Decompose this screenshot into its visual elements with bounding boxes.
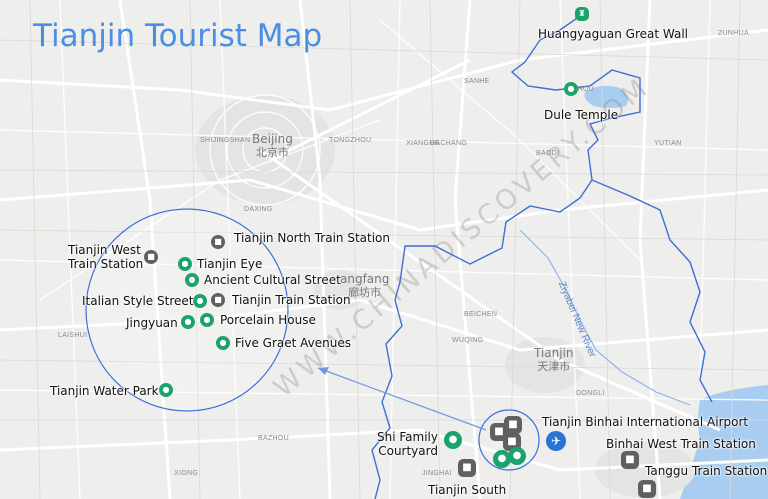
train-icon[interactable]: ■: [638, 480, 656, 498]
poi-label-huangyaguan[interactable]: Huangyaguan Great Wall: [538, 27, 688, 41]
poi-label-ancient-street[interactable]: Ancient Cultural Street: [204, 273, 341, 287]
poi-label-italian-street[interactable]: Italian Style Street: [82, 294, 193, 308]
poi-label-jingyuan[interactable]: Jingyuan: [126, 316, 178, 330]
poi-label-tianjin-west[interactable]: Tianjin West Train Station: [68, 243, 143, 271]
city-name-en: Tianjin: [534, 346, 574, 360]
district-label: BAZHOU: [258, 435, 289, 442]
district-label: JINGHAI: [422, 470, 452, 477]
train-icon[interactable]: ■: [621, 451, 639, 469]
train-icon[interactable]: ■: [458, 459, 476, 477]
plane-icon[interactable]: ✈: [546, 431, 566, 451]
poi-label-porcelain-house[interactable]: Porcelain House: [220, 313, 316, 327]
district-label: WUQING: [452, 337, 484, 344]
camera-icon[interactable]: ●: [444, 431, 462, 449]
poi-label-tianjin-south[interactable]: Tianjin South: [428, 483, 506, 497]
city-name-cn: 北京市: [255, 146, 289, 159]
poi-label-binhai-west[interactable]: Binhai West Train Station: [606, 437, 756, 451]
train-icon[interactable]: ■: [211, 293, 225, 307]
poi-label-binhai-airport[interactable]: Tianjin Binhai International Airport: [542, 415, 748, 429]
district-label: SHIJINGSHAN: [200, 137, 251, 144]
tourist-map[interactable]: Tianjin Tourist Map WWW.CHINADISCOVERY.C…: [0, 0, 768, 499]
camera-icon[interactable]: ●: [185, 273, 199, 287]
district-label: TONGZHOU: [329, 137, 372, 144]
district-label: DAXING: [244, 206, 273, 213]
city-name-en: Beijing: [252, 132, 293, 146]
camera-icon[interactable]: ●: [564, 82, 578, 96]
camera-icon[interactable]: ●: [159, 383, 173, 397]
poi-label-dule-temple[interactable]: Dule Temple: [544, 108, 618, 122]
city-label-beijing: Beijing 北京市: [252, 132, 293, 160]
poi-label-tanggu[interactable]: Tanggu Train Station: [645, 464, 767, 478]
camera-icon[interactable]: ●: [178, 257, 192, 271]
district-label: SANHE: [464, 78, 490, 85]
poi-label-water-park[interactable]: Tianjin Water Park: [50, 384, 159, 398]
district-label: DACHANG: [430, 140, 468, 147]
camera-icon[interactable]: ●: [508, 447, 526, 465]
district-label: BEICHEN: [464, 311, 498, 318]
inset-connector: [317, 367, 487, 431]
poi-label-tianjin-eye[interactable]: Tianjin Eye: [197, 257, 262, 271]
camera-icon[interactable]: ●: [193, 294, 207, 308]
poi-label-five-avenues[interactable]: Five Graet Avenues: [235, 336, 351, 350]
district-label: YUTIAN: [654, 140, 682, 147]
city-name-en: angfang: [340, 272, 390, 286]
camera-icon[interactable]: ●: [181, 315, 195, 329]
poi-label-tianjin-station[interactable]: Tianjin Train Station: [232, 293, 351, 307]
map-title: Tianjin Tourist Map: [33, 18, 323, 54]
poi-label-tianjin-north[interactable]: Tianjin North Train Station: [234, 231, 390, 245]
train-icon[interactable]: ■: [504, 416, 522, 434]
poi-label-shi-family[interactable]: Shi Family Courtyard: [377, 430, 438, 458]
district-label: XIONG: [174, 470, 199, 477]
district-label: LAISHUI: [58, 332, 88, 339]
district-label: ZUNHUA: [718, 30, 749, 37]
camera-icon[interactable]: ●: [200, 313, 214, 327]
district-label: BAODI: [536, 150, 560, 157]
train-icon[interactable]: ■: [144, 250, 158, 264]
city-label-tianjin: Tianjin 天津市: [534, 346, 574, 374]
camera-icon[interactable]: ●: [216, 336, 230, 350]
train-icon[interactable]: ■: [211, 235, 225, 249]
great-wall-icon[interactable]: ♜: [575, 7, 589, 21]
city-name-cn: 天津市: [537, 360, 571, 373]
district-label: DONGLI: [576, 390, 605, 397]
